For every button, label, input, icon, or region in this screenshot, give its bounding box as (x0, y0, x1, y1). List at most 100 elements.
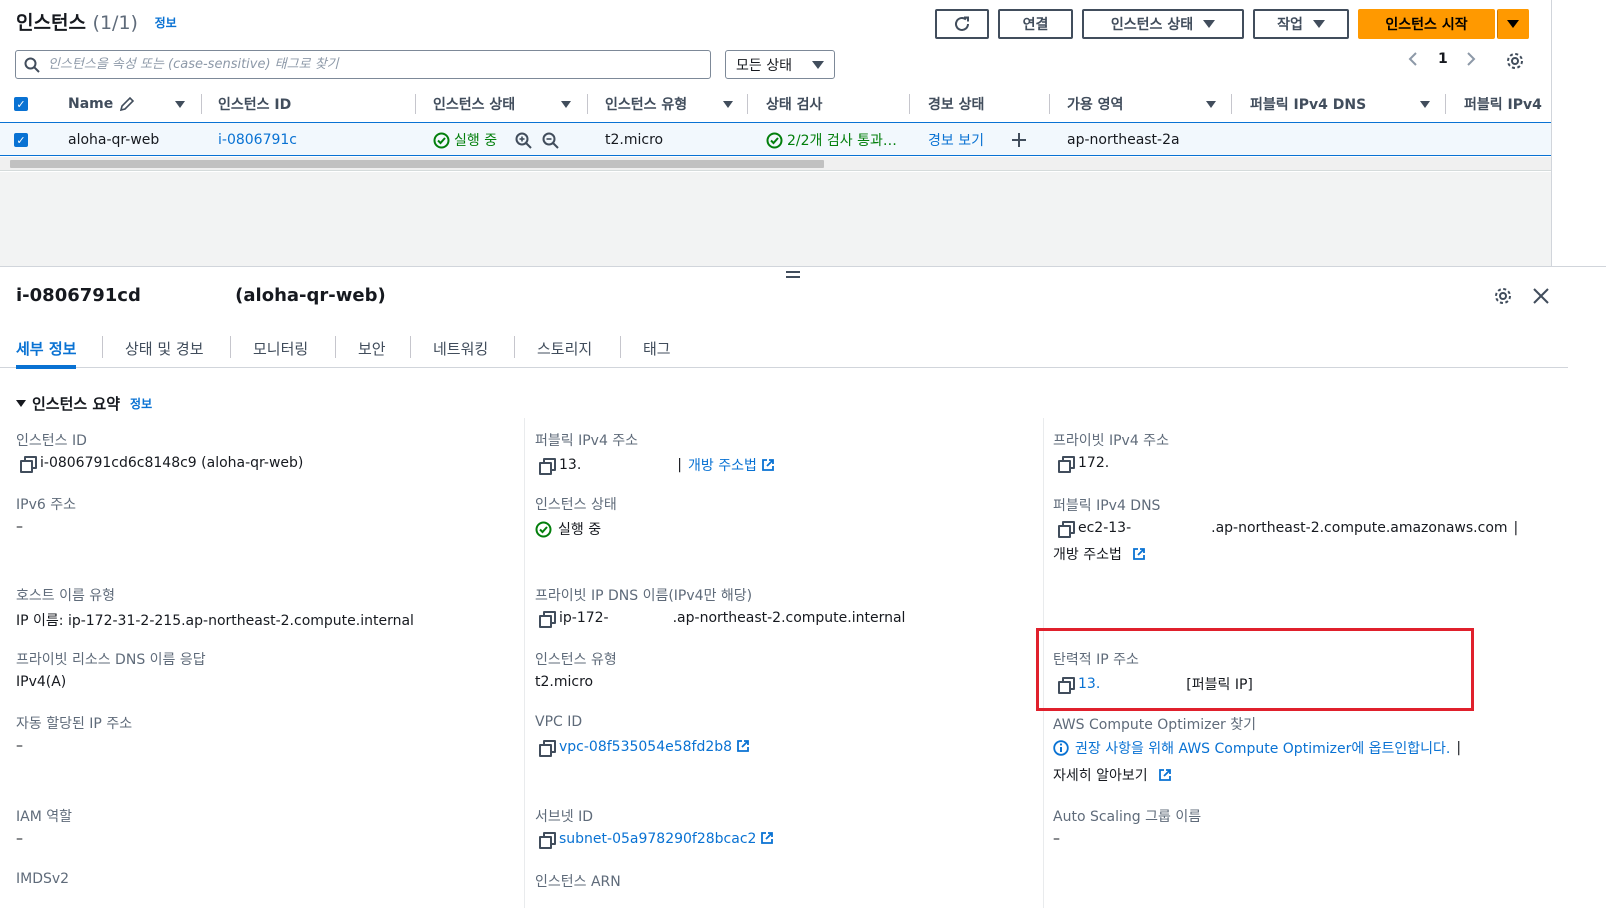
row-alarm-link[interactable]: 경보 보기 (928, 123, 1008, 157)
page-number[interactable]: 1 (1438, 51, 1448, 67)
copy-icon[interactable] (539, 458, 556, 475)
col-header-instance-state[interactable]: 인스턴스 상태 (416, 88, 588, 120)
refresh-icon (955, 16, 969, 31)
info-circle-icon (1053, 740, 1069, 756)
search-bar[interactable] (15, 50, 711, 79)
panel-splitter[interactable] (0, 266, 1606, 267)
sort-caret-icon (1420, 101, 1430, 108)
col-header-public-dns[interactable]: 퍼블릭 IPv4 DNS (1232, 88, 1446, 120)
open-address-link-dns[interactable]: 개방 주소법 (1053, 544, 1146, 564)
launch-instance-button[interactable]: 인스턴스 시작 (1358, 9, 1495, 39)
col-header-status-check[interactable]: 상태 검사 (748, 88, 910, 120)
tab-details[interactable]: 세부 정보 (16, 328, 77, 369)
scrollbar-thumb[interactable] (10, 160, 824, 168)
section-info-link[interactable]: 정보 (130, 395, 152, 412)
field-iam-value: – (16, 831, 23, 847)
instance-state-button[interactable]: 인스턴스 상태 (1082, 9, 1244, 39)
status-success-icon (766, 132, 783, 148)
optimizer-opt-in-link[interactable]: 권장 사항을 위해 AWS Compute Optimizer에 옵트인합니다. (1075, 738, 1450, 758)
link-text: 개방 주소법 (1053, 547, 1122, 563)
copy-icon[interactable] (539, 740, 556, 757)
state-filter-select[interactable]: 모든 상태 (725, 50, 835, 79)
field-instance-id: i-0806791cd6c8148c9 (aloha-qr-web) (20, 455, 303, 473)
select-all-checkbox[interactable]: ✓ (14, 88, 54, 120)
close-icon[interactable] (1532, 287, 1550, 305)
row-state-text: 실행 중 (454, 133, 498, 149)
field-label: 호스트 이름 유형 (16, 588, 116, 604)
field-value: .ap-northeast-2.compute.internal (672, 610, 906, 626)
open-address-link[interactable]: 개방 주소법 (688, 455, 775, 475)
instance-state-label: 인스턴스 상태 (1110, 17, 1194, 33)
field-label: 인스턴스 ARN (535, 874, 621, 890)
section-header[interactable]: 인스턴스 요약 정보 (16, 393, 152, 414)
refresh-button[interactable] (935, 9, 989, 39)
horizontal-scrollbar[interactable] (0, 157, 1552, 171)
external-link-icon (761, 459, 774, 471)
copy-icon[interactable] (1058, 456, 1075, 473)
tab-label: 세부 정보 (16, 339, 77, 358)
separator: | (677, 457, 682, 473)
col-header-instance-id[interactable]: 인스턴스 ID (202, 88, 416, 120)
external-link-icon (1132, 548, 1145, 560)
connect-button[interactable]: 연결 (998, 9, 1073, 39)
field-subnet-id: subnet-05a978290f28bcac2 (539, 831, 774, 849)
chevron-right-icon[interactable] (1462, 50, 1480, 68)
table-header: ✓ Name 인스턴스 ID 인스턴스 상태 인스턴스 유형 상태 검사 경보 … (0, 88, 1552, 120)
actions-button[interactable]: 작업 (1253, 9, 1349, 39)
copy-icon[interactable] (20, 456, 37, 473)
vpc-link[interactable]: vpc-08f535054e58fd2b8 (559, 739, 750, 755)
page-title-text: 인스턴스 (16, 12, 86, 34)
status-success-icon (433, 132, 450, 148)
tab-security[interactable]: 보안 (358, 328, 386, 368)
tab-tags[interactable]: 태그 (643, 328, 671, 368)
table-row[interactable]: ✓ aloha-qr-web i-0806791c 실행 중 t2.micro … (0, 122, 1552, 156)
tab-monitoring[interactable]: 모니터링 (253, 328, 308, 368)
field-label: 인스턴스 상태 (535, 497, 617, 513)
col-header-alarm-status[interactable]: 경보 상태 (910, 88, 1050, 120)
col-header-label: Name (68, 96, 114, 112)
field-auto-ip-value: – (16, 738, 23, 754)
row-instance-type: t2.micro (605, 132, 664, 148)
detail-instance-id: i-0806791cd (16, 285, 141, 306)
field-asg-value: – (1053, 831, 1060, 847)
sort-caret-icon (1206, 101, 1216, 108)
search-icon (24, 57, 40, 73)
col-header-name[interactable]: Name (54, 88, 202, 120)
col-header-instance-type[interactable]: 인스턴스 유형 (588, 88, 748, 120)
external-link-icon (761, 832, 774, 844)
tab-status-alarms[interactable]: 상태 및 경보 (125, 328, 204, 368)
chevron-left-icon[interactable] (1404, 50, 1422, 68)
copy-icon[interactable] (539, 832, 556, 849)
instance-count: (1/1) (92, 12, 138, 34)
col-header-public-ipv4[interactable]: 퍼블릭 IPv4 (1446, 88, 1552, 120)
tab-label: 상태 및 경보 (125, 339, 204, 358)
tab-label: 스토리지 (537, 339, 593, 358)
sort-caret-icon (723, 101, 733, 108)
settings-gear-icon[interactable] (1505, 51, 1525, 71)
add-alarm-plus-icon[interactable] (1010, 123, 1032, 157)
zoom-in-icon[interactable] (515, 132, 532, 149)
field-label: 퍼블릭 IPv4 DNS (1053, 498, 1161, 514)
copy-icon[interactable] (1058, 521, 1075, 538)
settings-gear-icon[interactable] (1493, 286, 1513, 306)
field-label: 자동 할당된 IP 주소 (16, 716, 133, 732)
field-public-ipv4: 13. | 개방 주소법 (539, 455, 775, 475)
copy-icon[interactable] (539, 611, 556, 628)
header-info-link[interactable]: 정보 (155, 16, 177, 30)
col-header-availability-zone[interactable]: 가용 영역 (1050, 88, 1232, 120)
tab-label: 모니터링 (253, 339, 309, 358)
field-ipv6-value: – (16, 519, 23, 535)
row-checkbox[interactable]: ✓ (14, 123, 54, 157)
launch-dropdown-button[interactable] (1497, 9, 1529, 39)
search-input[interactable] (48, 57, 688, 72)
col-header-label: 인스턴스 유형 (605, 97, 688, 113)
tab-storage[interactable]: 스토리지 (537, 328, 592, 368)
field-label: 인스턴스 유형 (535, 652, 617, 668)
drag-handle-icon[interactable] (786, 271, 800, 278)
subnet-link[interactable]: subnet-05a978290f28bcac2 (559, 831, 774, 847)
learn-more-link[interactable]: 자세히 알아보기 (1053, 765, 1172, 785)
separator: | (1513, 520, 1519, 536)
zoom-out-icon[interactable] (542, 132, 559, 149)
row-instance-id-link[interactable]: i-0806791c (218, 123, 300, 157)
tab-networking[interactable]: 네트워킹 (433, 328, 488, 368)
